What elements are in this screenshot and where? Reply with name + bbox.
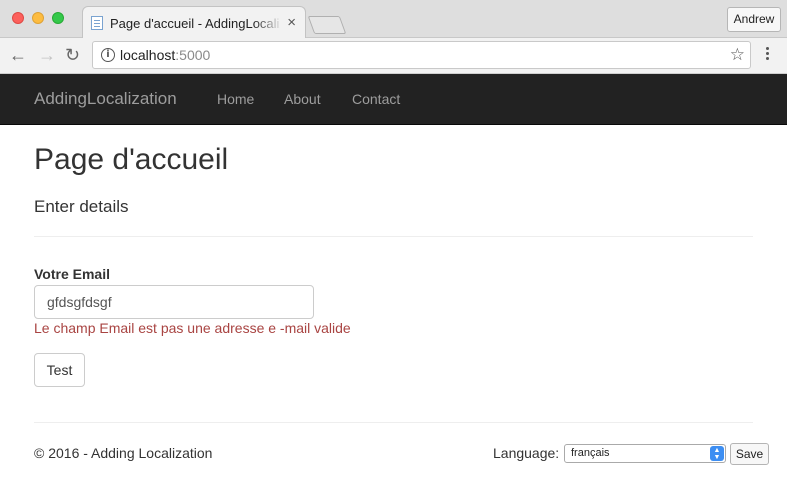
new-tab-button[interactable]	[307, 16, 347, 34]
star-icon[interactable]: ☆	[730, 45, 745, 65]
footer-divider	[34, 422, 753, 423]
language-select[interactable]: français ▲ ▼	[564, 444, 726, 463]
select-arrows-icon: ▲ ▼	[710, 446, 724, 461]
email-validation-message: Le champ Email est pas une adresse e -ma…	[34, 320, 351, 336]
minimize-window-button[interactable]	[32, 12, 44, 24]
page-title: Page d'accueil	[34, 143, 229, 176]
footer-copyright: © 2016 - Adding Localization	[34, 445, 213, 461]
browser-titlebar: Page d'accueil - AddingLocalization × An…	[0, 0, 787, 39]
back-arrow-icon[interactable]: ←	[9, 45, 27, 65]
url-text[interactable]: localhost:5000	[120, 47, 210, 63]
form-subtitle: Enter details	[34, 197, 129, 216]
browser-tab-active[interactable]: Page d'accueil - AddingLocalization ×	[82, 6, 306, 39]
reload-icon[interactable]: ↻	[65, 45, 80, 65]
profile-button[interactable]: Andrew	[727, 7, 781, 32]
page-favicon-icon	[91, 16, 103, 30]
site-navbar: AddingLocalization Home About Contact	[0, 74, 787, 125]
test-button[interactable]: Test	[34, 353, 85, 387]
nav-link-about[interactable]: About	[284, 91, 321, 107]
email-field[interactable]	[34, 285, 314, 319]
language-label: Language:	[493, 445, 560, 461]
nav-link-contact[interactable]: Contact	[352, 91, 400, 107]
language-selected-value: français	[571, 447, 610, 459]
browser-toolbar: ← → ↻ i localhost:5000 ☆	[0, 38, 787, 74]
nav-link-home[interactable]: Home	[217, 91, 254, 107]
forward-arrow-icon[interactable]: →	[38, 45, 56, 65]
divider	[34, 236, 753, 237]
email-label: Votre Email	[34, 266, 110, 282]
maximize-window-button[interactable]	[52, 12, 64, 24]
close-window-button[interactable]	[12, 12, 24, 24]
tab-close-icon[interactable]: ×	[287, 14, 296, 31]
menu-icon[interactable]	[766, 46, 770, 64]
save-button[interactable]: Save	[730, 443, 769, 465]
info-icon[interactable]: i	[101, 48, 115, 62]
address-bar[interactable]: i localhost:5000 ☆	[92, 41, 751, 69]
navbar-brand[interactable]: AddingLocalization	[34, 89, 177, 109]
